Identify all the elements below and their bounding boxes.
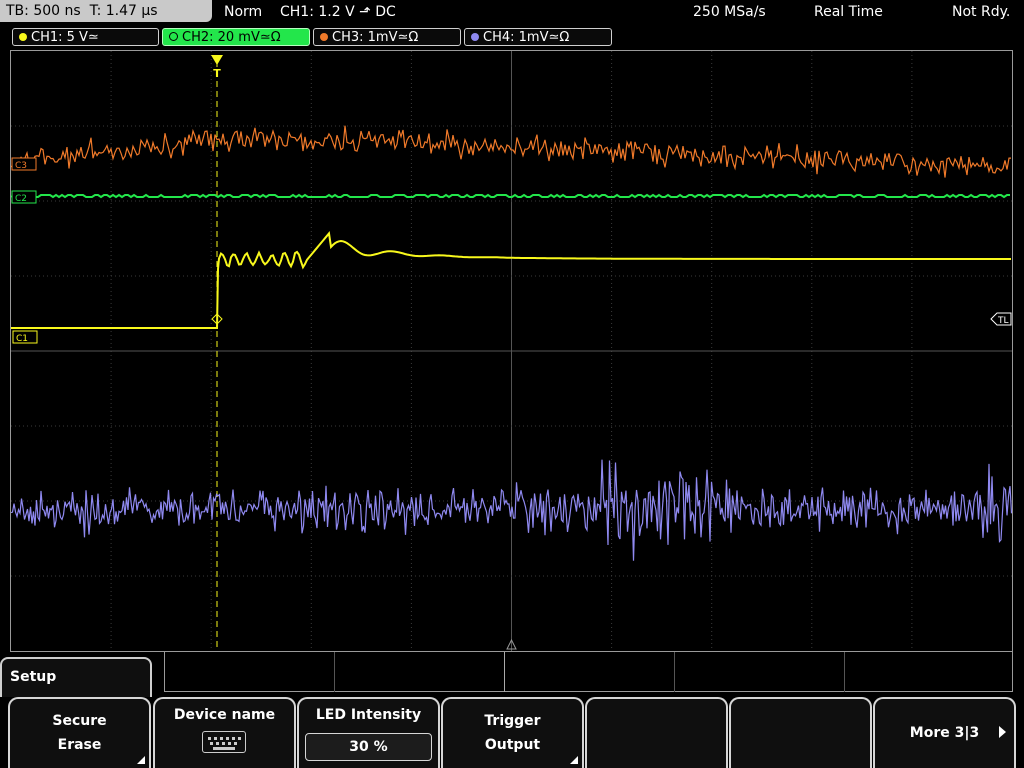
ch1-reference-marker: C1 — [12, 330, 38, 344]
acquisition-mode: Real Time — [814, 4, 883, 20]
channel-tab-label: CH2: 20 mV≃Ω — [182, 30, 281, 45]
led-intensity-button[interactable]: LED Intensity 30 % — [297, 697, 440, 768]
softkey-label: Device name — [173, 707, 276, 723]
channel-tab-ch1[interactable]: CH1: 5 V≃ — [12, 28, 159, 46]
softkey-label: Trigger — [484, 713, 541, 729]
acquisition-status: Not Rdy. — [952, 4, 1011, 20]
ch1-marker-label: C1 — [16, 334, 28, 344]
sample-rate: 250 MSa/s — [693, 4, 766, 20]
softkey-label: Erase — [57, 737, 102, 753]
softkey-label: Output — [484, 737, 541, 753]
ch4-dot-icon — [471, 33, 479, 41]
ch2-dot-icon — [169, 32, 178, 41]
trigger-marker-icon: T — [211, 55, 223, 80]
timebase-box[interactable]: TB: 500 ns T: 1.47 µs — [0, 0, 212, 22]
ch2-marker-label: C2 — [15, 194, 27, 204]
more-page-button[interactable]: More 3|3 — [873, 697, 1016, 768]
channel-tab-label: CH1: 5 V≃ — [31, 30, 99, 45]
strip-divider — [674, 652, 675, 692]
ch3-marker-label: C3 — [15, 161, 27, 171]
graticule-grid — [11, 51, 1012, 651]
keyboard-icon — [201, 731, 246, 753]
channel-tab-ch2[interactable]: CH2: 20 mV≃Ω — [162, 28, 310, 46]
trigger-level-marker: TL — [990, 312, 1012, 326]
submenu-corner-icon — [137, 756, 145, 764]
softkey-label: LED Intensity — [315, 707, 422, 723]
empty-softkey-6[interactable] — [729, 697, 872, 768]
timebase-readout: TB: 500 ns — [6, 3, 81, 19]
empty-softkey-5[interactable] — [585, 697, 728, 768]
trigger-time-readout: T: 1.47 µs — [89, 3, 158, 19]
menu-title-tab: Setup — [0, 657, 152, 697]
menu-title: Setup — [10, 669, 57, 685]
led-intensity-value: 30 % — [305, 733, 432, 761]
trigger-setting[interactable]: CH1: 1.2 V ⬏ DC — [280, 0, 396, 24]
ch3-reference-marker: C3 — [11, 157, 37, 171]
trigger-marker-label: T — [213, 67, 221, 80]
channel-tab-ch4[interactable]: CH4: 1mV≃Ω — [464, 28, 612, 46]
ch1-dot-icon — [19, 33, 27, 41]
waveform-display[interactable]: T C3 C2 C1 TL — [10, 50, 1013, 652]
channel-tab-ch3[interactable]: CH3: 1mV≃Ω — [313, 28, 461, 46]
channel-tab-label: CH4: 1mV≃Ω — [483, 30, 570, 45]
waveform-canvas: T C3 C2 C1 TL — [11, 51, 1012, 651]
trigger-output-button[interactable]: Trigger Output — [441, 697, 584, 768]
strip-divider — [504, 652, 505, 692]
channel-tab-label: CH3: 1mV≃Ω — [332, 30, 419, 45]
trigger-mode[interactable]: Norm — [224, 0, 262, 24]
softkey-label: Secure — [52, 713, 107, 729]
submenu-corner-icon — [570, 756, 578, 764]
device-name-button[interactable]: Device name — [153, 697, 296, 768]
secure-erase-button[interactable]: Secure Erase — [8, 697, 151, 768]
ch3-dot-icon — [320, 33, 328, 41]
overview-strip — [164, 652, 1013, 692]
strip-divider — [334, 652, 335, 692]
softkey-label: More 3|3 — [909, 725, 980, 741]
strip-divider — [844, 652, 845, 692]
next-page-arrow-icon — [999, 726, 1006, 738]
trigger-level-label: TL — [997, 316, 1009, 326]
ch2-reference-marker: C2 — [11, 190, 37, 204]
ch2-waveform — [11, 193, 1010, 199]
